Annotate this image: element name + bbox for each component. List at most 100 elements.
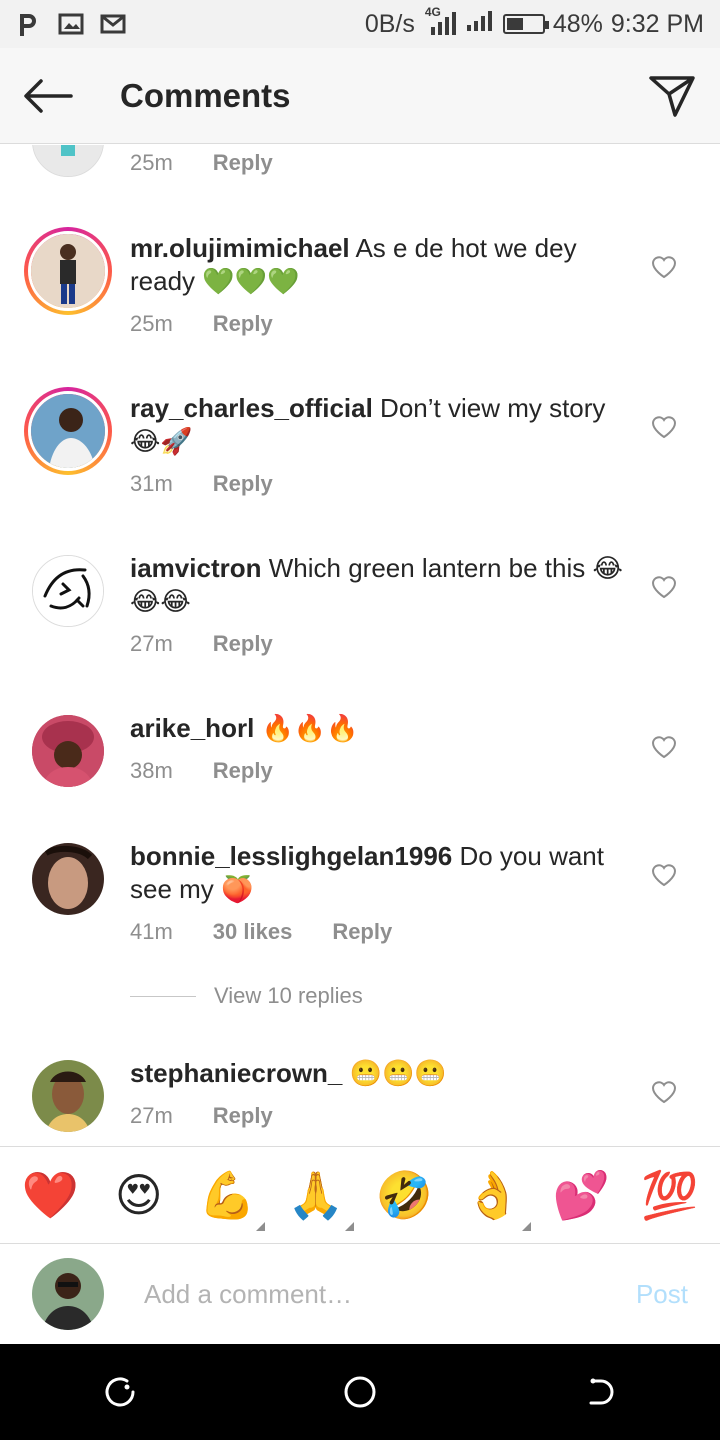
comment-time: 41m xyxy=(130,919,173,944)
battery-percent: 48% xyxy=(552,9,603,38)
divider xyxy=(130,995,196,997)
post-button[interactable]: Post xyxy=(636,1279,688,1310)
gmail-icon xyxy=(100,12,126,36)
network-speed: 0B/s xyxy=(364,9,415,38)
reply-button[interactable]: Reply xyxy=(213,471,273,497)
avatar[interactable] xyxy=(32,843,104,915)
comment-time: 27m xyxy=(130,631,173,656)
emoji-ok: 👌 xyxy=(464,1169,522,1221)
emoji-heart-eyes-button[interactable]: 😍 xyxy=(99,1165,179,1225)
emoji-rofl-button[interactable]: 🤣 xyxy=(364,1165,444,1225)
recent-apps-button[interactable] xyxy=(70,1344,170,1440)
arrow-left-icon xyxy=(24,78,73,113)
comment-text: ray_charles_official Don’t view my story… xyxy=(130,392,630,458)
signal-icon: 4G xyxy=(423,5,457,37)
avatar xyxy=(32,1258,104,1330)
emoji-muscle-button[interactable]: 💪 xyxy=(187,1165,267,1231)
emoji-hundred-button[interactable]: 💯 xyxy=(630,1165,710,1225)
comment-text: arike_horl 🔥🔥🔥 xyxy=(130,712,630,745)
avatar[interactable] xyxy=(32,715,104,787)
comment-meta: 27m Reply xyxy=(130,1103,273,1129)
clock: 9:32 PM xyxy=(610,9,704,38)
comment-text: mr.olujimimichael As e de hot we dey rea… xyxy=(130,232,630,298)
like-heart-icon[interactable] xyxy=(650,732,678,760)
send-icon xyxy=(649,75,695,117)
p-icon xyxy=(16,12,42,36)
comment-meta: 25m Reply xyxy=(130,150,273,176)
back-button[interactable] xyxy=(0,48,96,144)
comment-time: 38m xyxy=(130,758,173,783)
comment-time: 27m xyxy=(130,1103,173,1128)
comment-username[interactable]: arike_horl xyxy=(130,713,254,743)
status-right: 0B/s 4G 48% 9:32 PM xyxy=(364,5,704,40)
comment-username[interactable]: mr.olujimimichael xyxy=(130,233,350,263)
skin-tone-indicator xyxy=(344,1222,354,1231)
emoji-ok-button[interactable]: 👌 xyxy=(453,1165,533,1231)
comment-input[interactable] xyxy=(144,1278,584,1310)
emoji-pray: 🙏 xyxy=(287,1169,345,1221)
status-bar: 0B/s 4G 48% 9:32 PM xyxy=(0,0,720,48)
comment-body: 🔥🔥🔥 xyxy=(261,713,359,743)
like-heart-icon[interactable] xyxy=(650,412,678,440)
avatar[interactable] xyxy=(32,1060,104,1132)
reply-button[interactable]: Reply xyxy=(213,1103,273,1129)
like-heart-icon[interactable] xyxy=(650,860,678,888)
view-replies-label: View 10 replies xyxy=(214,983,363,1008)
comment-meta: 31m Reply xyxy=(130,471,273,497)
comments-header: Comments xyxy=(0,48,720,144)
comment-text: iamvictron Which green lantern be this 😂… xyxy=(130,552,630,618)
like-heart-icon[interactable] xyxy=(650,572,678,600)
emoji-pray-button[interactable]: 🙏 xyxy=(276,1165,356,1231)
avatar-image xyxy=(28,391,108,471)
recent-apps-icon xyxy=(105,1377,135,1407)
skin-tone-indicator xyxy=(521,1222,531,1231)
comment-username[interactable]: ray_charles_official xyxy=(130,393,373,423)
status-left-icons xyxy=(16,12,126,36)
reply-button[interactable]: Reply xyxy=(213,311,273,337)
view-replies-link[interactable]: View 10 replies xyxy=(130,983,363,1009)
comment-meta: 27m Reply xyxy=(130,631,273,657)
emoji-quick-bar: ❤️ 😍 💪 🙏 🤣 👌 💕 💯 xyxy=(0,1146,720,1244)
network-type: 4G xyxy=(424,5,441,19)
emoji-heart-button[interactable]: ❤️ xyxy=(10,1165,90,1225)
avatar[interactable] xyxy=(24,227,112,315)
signal-icon-2 xyxy=(465,9,495,40)
back-nav-button[interactable] xyxy=(550,1344,650,1440)
image-icon xyxy=(58,12,84,36)
back-icon xyxy=(589,1378,614,1405)
reply-button[interactable]: Reply xyxy=(213,150,273,176)
comment-body: 😬😬😬 xyxy=(349,1058,447,1088)
reply-button[interactable]: Reply xyxy=(332,919,392,945)
comment-likes[interactable]: 30 likes xyxy=(213,919,293,945)
home-button[interactable] xyxy=(310,1344,410,1440)
comment-time: 25m xyxy=(130,311,173,336)
avatar[interactable] xyxy=(32,145,104,177)
reply-button[interactable]: Reply xyxy=(213,631,273,657)
home-icon xyxy=(344,1376,376,1408)
share-button[interactable] xyxy=(624,48,720,144)
like-heart-icon[interactable] xyxy=(650,1077,678,1105)
reply-button[interactable]: Reply xyxy=(213,758,273,784)
comment-time: 25m xyxy=(130,150,173,175)
page-title: Comments xyxy=(120,76,291,114)
skin-tone-indicator xyxy=(256,1222,266,1231)
battery-fill xyxy=(506,18,524,30)
avatar[interactable] xyxy=(32,555,104,627)
system-nav-bar xyxy=(0,1344,720,1440)
avatar-image xyxy=(28,231,108,311)
like-heart-icon[interactable] xyxy=(650,252,678,280)
comment-username[interactable]: iamvictron xyxy=(130,553,262,583)
comment-username[interactable]: bonnie_lesslighgelan1996 xyxy=(130,841,452,871)
comment-time: 31m xyxy=(130,471,173,496)
emoji-two-hearts-button[interactable]: 💕 xyxy=(541,1165,621,1225)
comment-meta: 25m Reply xyxy=(130,311,273,337)
comment-input-bar: Post xyxy=(0,1245,720,1343)
comment-list[interactable]: 25m Reply mr.olujimimichael As e de hot … xyxy=(0,145,720,1145)
comment-username[interactable]: stephaniecrown_ xyxy=(130,1058,342,1088)
emoji-muscle: 💪 xyxy=(198,1169,256,1221)
comment-text: bonnie_lesslighgelan1996 Do you want see… xyxy=(130,840,630,906)
battery-icon xyxy=(502,14,549,34)
avatar[interactable] xyxy=(24,387,112,475)
comment-text: stephaniecrown_ 😬😬😬 xyxy=(130,1057,630,1090)
comment-meta: 38m Reply xyxy=(130,758,273,784)
